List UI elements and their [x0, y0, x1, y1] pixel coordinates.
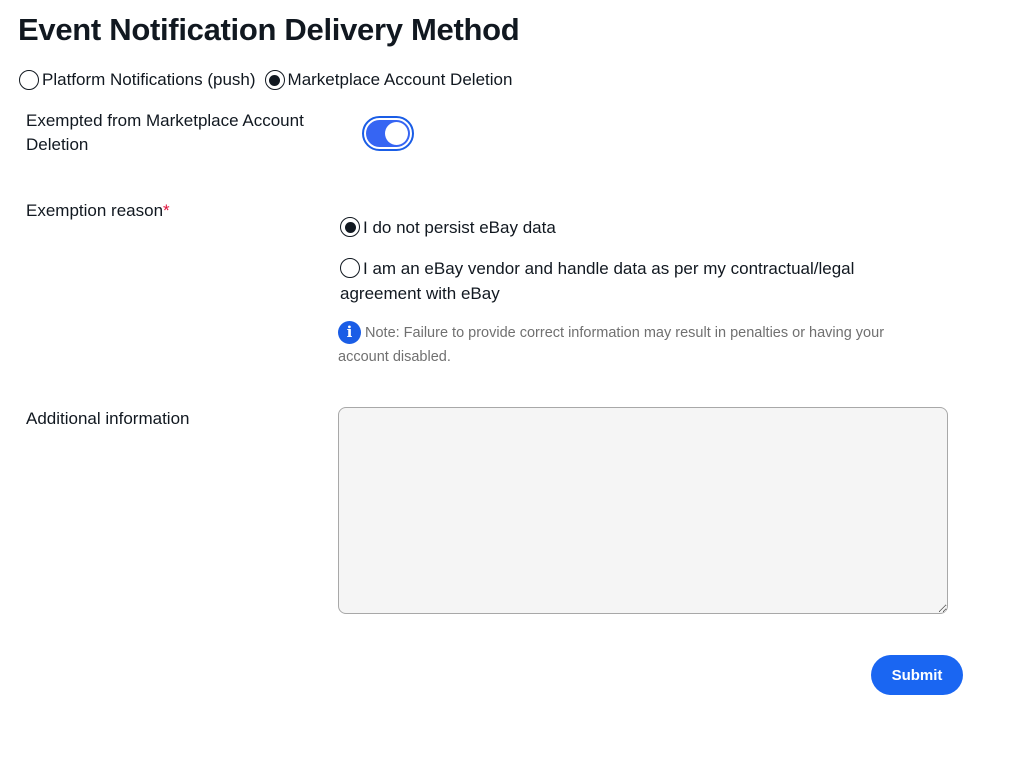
info-icon: i	[338, 320, 361, 344]
required-marker: *	[163, 201, 170, 220]
penalty-note: i Note: Failure to provide correct inform…	[338, 320, 938, 369]
radio-button[interactable]	[19, 70, 39, 90]
radio-label-reason-no-persist: I do not persist eBay data	[363, 218, 556, 237]
additional-information-textarea[interactable]	[338, 407, 948, 614]
delivery-method-group: Platform Notifications (push) Marketplac…	[19, 69, 512, 91]
exempt-toggle-switch[interactable]	[362, 116, 414, 151]
penalty-note-text: Note: Failure to provide correct informa…	[338, 325, 885, 365]
radio-label-marketplace-account-deletion: Marketplace Account Deletion	[287, 70, 513, 89]
radio-label-platform-notifications: Platform Notifications (push)	[42, 70, 256, 89]
exemption-reason-label-text: Exemption reason	[26, 201, 164, 220]
additional-information-label: Additional information	[26, 409, 190, 428]
toggle-knob	[385, 122, 408, 145]
radio-label-reason-ebay-vendor: I am an eBay vendor and handle data as p…	[340, 259, 855, 303]
radio-marketplace-account-deletion[interactable]: Marketplace Account Deletion	[264, 69, 513, 91]
page-title: Event Notification Delivery Method	[18, 12, 520, 47]
toggle-track	[366, 120, 410, 147]
notification-settings-page: Event Notification Delivery Method Platf…	[0, 0, 1024, 764]
exempt-toggle-label: Exempted from Marketplace Account Deleti…	[26, 111, 304, 154]
submit-button[interactable]: Submit	[871, 655, 963, 695]
radio-platform-notifications[interactable]: Platform Notifications (push)	[19, 69, 256, 91]
radio-button-selected[interactable]	[340, 217, 360, 237]
radio-reason-no-persist[interactable]: I do not persist eBay data	[340, 215, 556, 240]
radio-button[interactable]	[340, 258, 360, 278]
radio-reason-ebay-vendor[interactable]: I am an eBay vendor and handle data as p…	[340, 256, 900, 306]
radio-button-selected[interactable]	[264, 70, 285, 90]
exemption-reason-label: Exemption reason*	[26, 199, 170, 223]
